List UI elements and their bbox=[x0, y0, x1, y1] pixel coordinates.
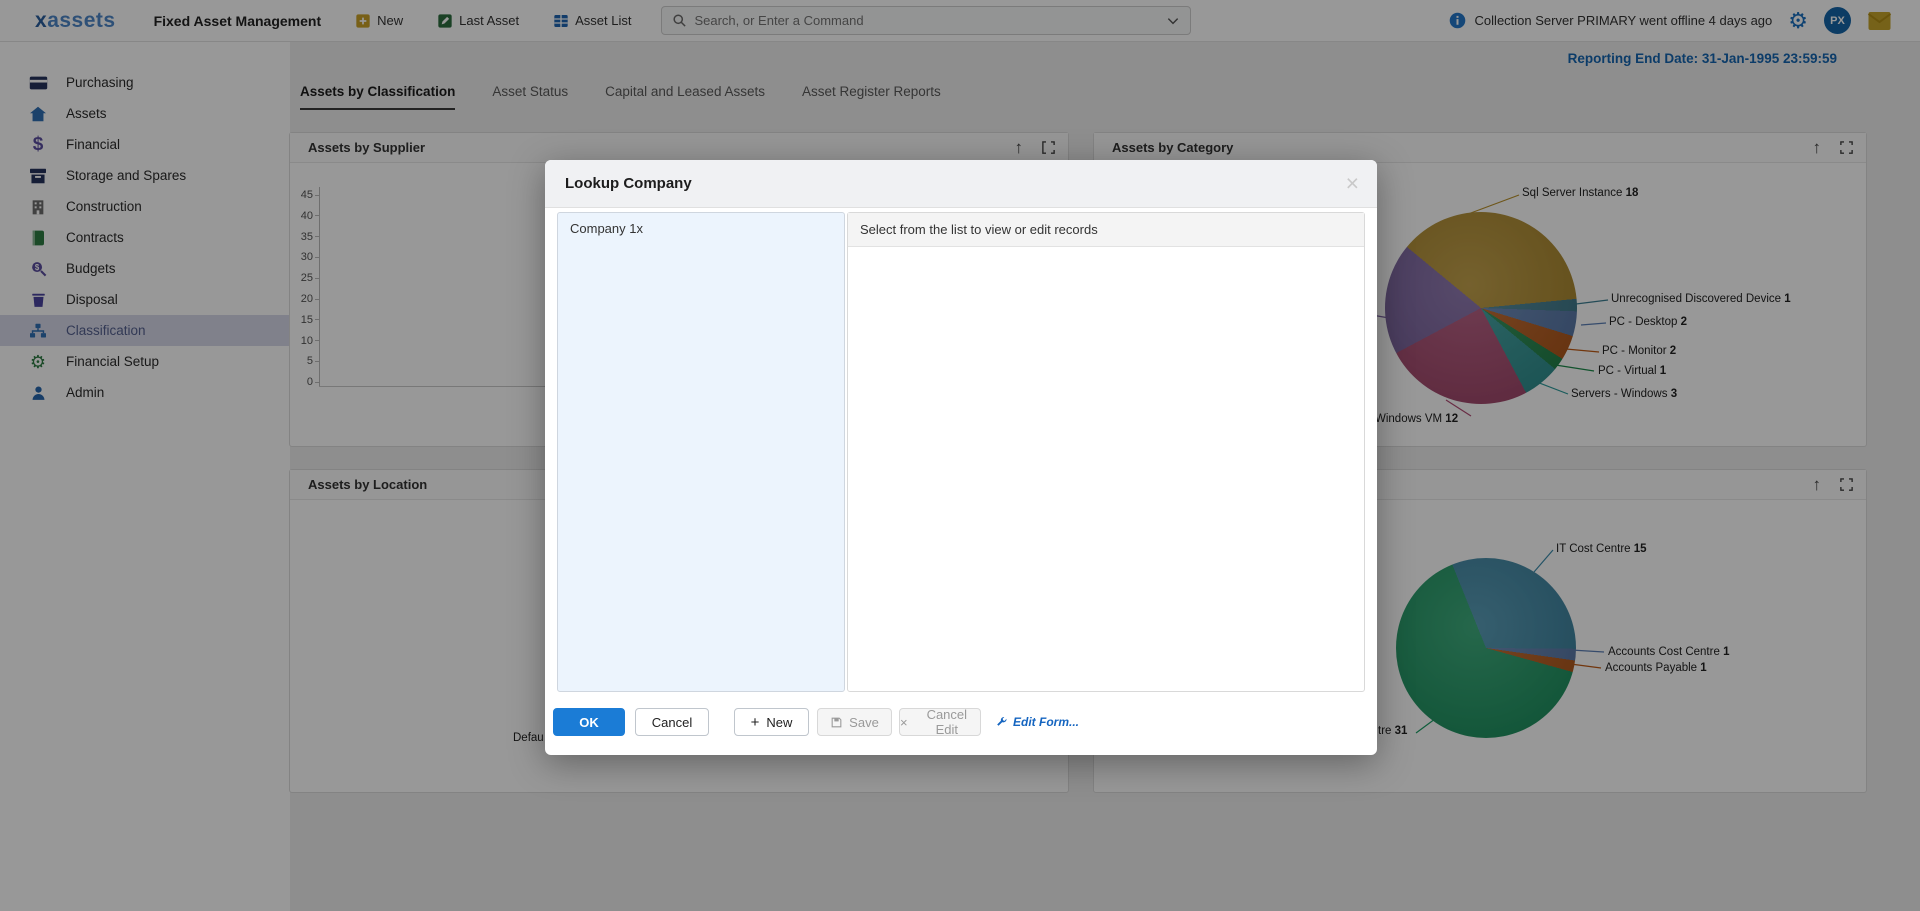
list-item[interactable]: Company 1x bbox=[558, 213, 844, 244]
dialog-header: Lookup Company × bbox=[545, 160, 1377, 208]
detail-pane-header: Select from the list to view or edit rec… bbox=[848, 213, 1364, 247]
company-list: Company 1x bbox=[557, 212, 845, 692]
ok-button[interactable]: OK bbox=[553, 708, 625, 736]
record-detail-pane: Select from the list to view or edit rec… bbox=[847, 212, 1365, 692]
plus-icon: + bbox=[751, 714, 760, 731]
save-button[interactable]: Save bbox=[817, 708, 892, 736]
edit-form-link[interactable]: Edit Form... bbox=[995, 715, 1079, 729]
dialog-title: Lookup Company bbox=[565, 175, 692, 192]
cancel-button[interactable]: Cancel bbox=[635, 708, 709, 736]
x-icon: × bbox=[900, 715, 908, 730]
cancel-edit-button[interactable]: ×Cancel Edit bbox=[899, 708, 981, 736]
wrench-icon bbox=[995, 716, 1008, 729]
new-button[interactable]: +New bbox=[734, 708, 809, 736]
close-icon[interactable]: × bbox=[1346, 172, 1359, 195]
dialog-footer: OK Cancel +New Save ×Cancel Edit Edit Fo… bbox=[553, 708, 1079, 736]
lookup-company-dialog: Lookup Company × Company 1x Select from … bbox=[545, 160, 1377, 755]
save-icon bbox=[830, 716, 843, 729]
